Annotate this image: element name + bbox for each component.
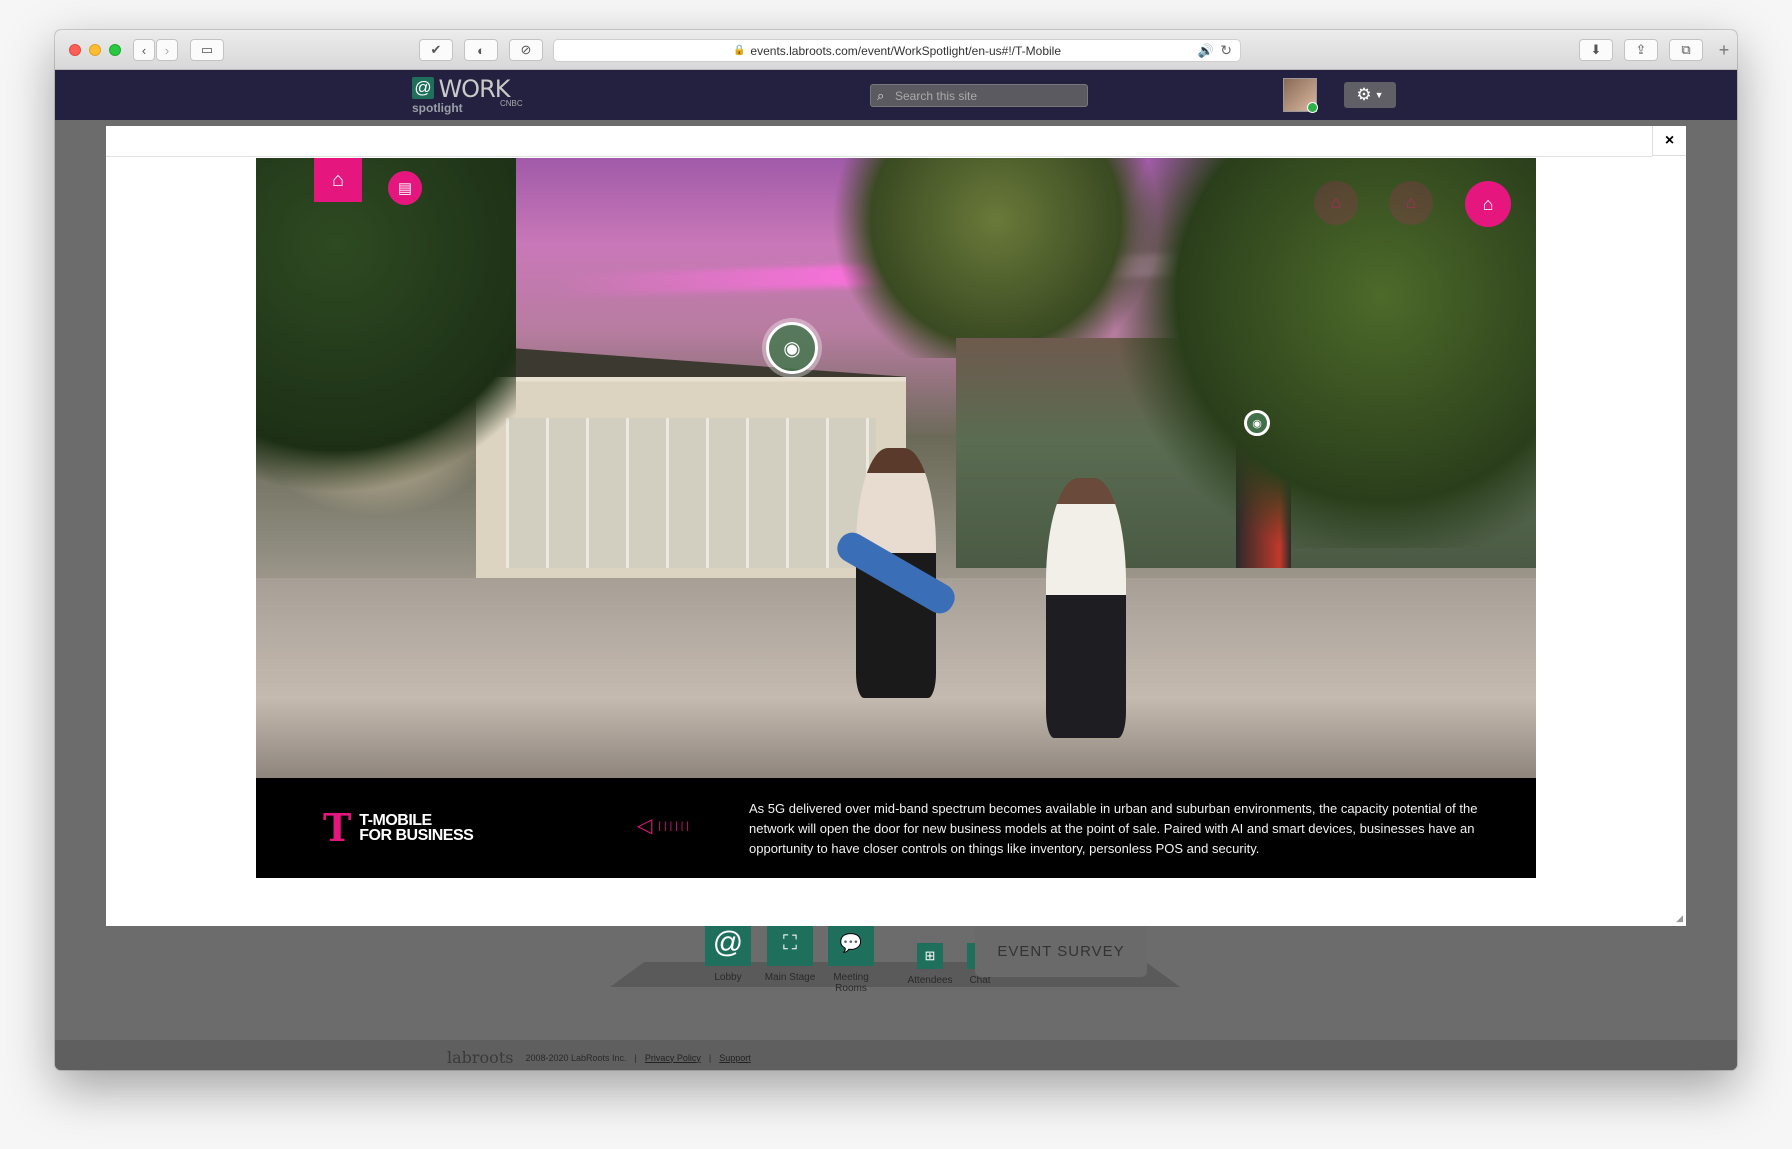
scene-nav-button[interactable]: ⌂ <box>1314 181 1358 225</box>
gear-icon: ⚙ <box>1356 85 1372 104</box>
event-survey-button[interactable]: EVENT SURVEY <box>975 925 1147 977</box>
search-icon: ⌕ <box>877 88 885 103</box>
extension-button-check[interactable]: ✔ <box>419 39 453 61</box>
logo-at-mark: @ <box>412 77 434 100</box>
share-icon: ⇪ <box>1635 42 1647 57</box>
cnbc-logo: CNBC <box>500 99 523 108</box>
nav-attendees[interactable]: ⊞ Attendees <box>905 920 955 986</box>
caret-down-icon: ▼ <box>1374 90 1384 100</box>
speaker-icon[interactable]: 🔊 <box>1198 43 1214 59</box>
browser-window: ‹ › ▭ ✔ ◐ ⊘ 🔒 events.labroots.com/event/… <box>55 30 1737 1070</box>
downloads-button[interactable]: ⬇ <box>1579 39 1613 61</box>
share-button[interactable]: ⇪ <box>1624 39 1658 61</box>
extension-button-shield[interactable]: ◐ <box>464 39 498 61</box>
minimize-window-button[interactable] <box>89 44 101 56</box>
logo-work-text: WORK <box>438 75 510 103</box>
site-header: @ WORK spotlight CNBC ⌕ Search this site… <box>55 70 1737 120</box>
speaker-icon: ◁ <box>637 815 653 837</box>
nav-meeting-rooms-label: Meeting Rooms <box>833 972 869 994</box>
url-text: events.labroots.com/event/WorkSpotlight/… <box>750 43 1062 58</box>
logo-spotlight-text: spotlight <box>412 101 463 115</box>
support-link[interactable]: Support <box>719 1053 751 1063</box>
site-footer: labroots 2008-2020 LabRoots Inc. | Priva… <box>55 1040 1737 1070</box>
user-avatar[interactable] <box>1283 78 1318 113</box>
reload-icon[interactable]: ↻ <box>1220 42 1232 59</box>
brand-name: T-MOBILE FOR BUSINESS <box>359 813 474 844</box>
scene-person <box>1046 478 1126 738</box>
building-icon: ⌂ <box>1330 193 1342 212</box>
nav-meeting-rooms[interactable]: 💬 Meeting Rooms <box>828 920 874 994</box>
factory-icon: ⌂ <box>1405 193 1417 212</box>
footer-separator: | <box>708 1052 712 1063</box>
chevron-right-icon: › <box>164 42 170 58</box>
privacy-icon: ⊘ <box>520 42 532 57</box>
search-placeholder: Search this site <box>895 88 978 103</box>
settings-dropdown-button[interactable]: ⚙ ▼ <box>1344 82 1396 108</box>
modal-close-button[interactable]: × <box>1652 126 1686 156</box>
privacy-policy-link[interactable]: Privacy Policy <box>645 1053 701 1063</box>
document-button[interactable]: ▤ <box>388 171 422 205</box>
checkmark-icon: ✔ <box>430 42 442 57</box>
booth-scene-image: ◉ ◉ ⌂ ▤ ⌂ ⌂ ⌂ <box>256 158 1536 778</box>
tmobile-business-logo: T T-MOBILE FOR BUSINESS <box>323 805 474 850</box>
footer-separator: | <box>634 1052 637 1063</box>
caption-bar: T T-MOBILE FOR BUSINESS ◁ |||||| As 5G de… <box>256 778 1536 878</box>
close-window-button[interactable] <box>69 44 81 56</box>
labroots-logo: labroots <box>447 1048 514 1067</box>
online-status-icon <box>1307 102 1318 113</box>
at-icon: @ <box>705 920 751 966</box>
nav-main-stage-label: Main Stage <box>764 972 816 983</box>
scene-storefront-glass <box>506 418 876 568</box>
storefront-button[interactable]: ⌂ <box>1465 181 1511 227</box>
modal-divider <box>106 156 1652 157</box>
copyright-text: 2008-2020 LabRoots Inc. <box>525 1052 627 1063</box>
tabs-overview-button[interactable]: ⧉ <box>1669 39 1703 61</box>
download-icon: ⬇ <box>1590 42 1602 57</box>
sidebar-icon: ▭ <box>200 42 214 57</box>
audio-level-icon: |||||| <box>658 821 692 833</box>
tabs-icon: ⧉ <box>1681 42 1691 57</box>
extension-button-privacy[interactable]: ⊘ <box>509 39 543 61</box>
brand-line-2: FOR BUSINESS <box>359 827 474 844</box>
meeting-icon: 💬 <box>828 920 874 966</box>
address-bar[interactable]: 🔒 events.labroots.com/event/WorkSpotligh… <box>553 39 1241 62</box>
resize-handle-icon[interactable]: ◢ <box>1676 913 1683 924</box>
nav-main-stage[interactable]: ⛶ Main Stage <box>761 920 819 983</box>
scene-tree <box>256 158 516 538</box>
home-icon: ⌂ <box>331 168 345 191</box>
nav-lobby-label: Lobby <box>714 972 742 983</box>
nav-attendees-label: Attendees <box>907 975 953 986</box>
presentation-icon: ⛶ <box>767 920 813 966</box>
lock-icon: 🔒 <box>732 45 746 56</box>
home-button[interactable]: ⌂ <box>314 158 362 202</box>
scene-nav-button[interactable]: ⌂ <box>1389 181 1433 225</box>
browser-toolbar: ‹ › ▭ ✔ ◐ ⊘ 🔒 events.labroots.com/event/… <box>55 30 1737 70</box>
document-icon: ▤ <box>397 180 413 197</box>
sidebar-button[interactable]: ▭ <box>190 39 224 61</box>
maximize-window-button[interactable] <box>109 44 121 56</box>
tmobile-t-mark: T <box>323 805 352 850</box>
apple-icon[interactable]: ◉ <box>766 322 818 374</box>
shield-icon: ◐ <box>477 42 485 58</box>
caption-text: As 5G delivered over mid-band spectrum b… <box>749 801 1478 856</box>
site-search-input[interactable]: ⌕ Search this site <box>870 84 1088 107</box>
booth-modal: × ◉ ◉ ⌂ ▤ ⌂ ⌂ ⌂ T T-MOBILE FOR BUSINESS … <box>106 126 1686 926</box>
back-button[interactable]: ‹ <box>133 39 155 61</box>
new-tab-button[interactable]: + <box>1711 40 1737 70</box>
grid-icon: ⊞ <box>917 943 943 969</box>
nav-lobby[interactable]: @ Lobby <box>705 920 751 983</box>
work-spotlight-logo[interactable]: @ WORK spotlight CNBC <box>412 75 523 115</box>
forward-button[interactable]: › <box>156 39 178 61</box>
storefront-icon: ⌂ <box>1482 193 1494 214</box>
hotspot-icon[interactable]: ◉ <box>1244 410 1270 436</box>
chevron-left-icon: ‹ <box>141 42 147 58</box>
audio-toggle[interactable]: ◁ |||||| <box>637 813 692 838</box>
